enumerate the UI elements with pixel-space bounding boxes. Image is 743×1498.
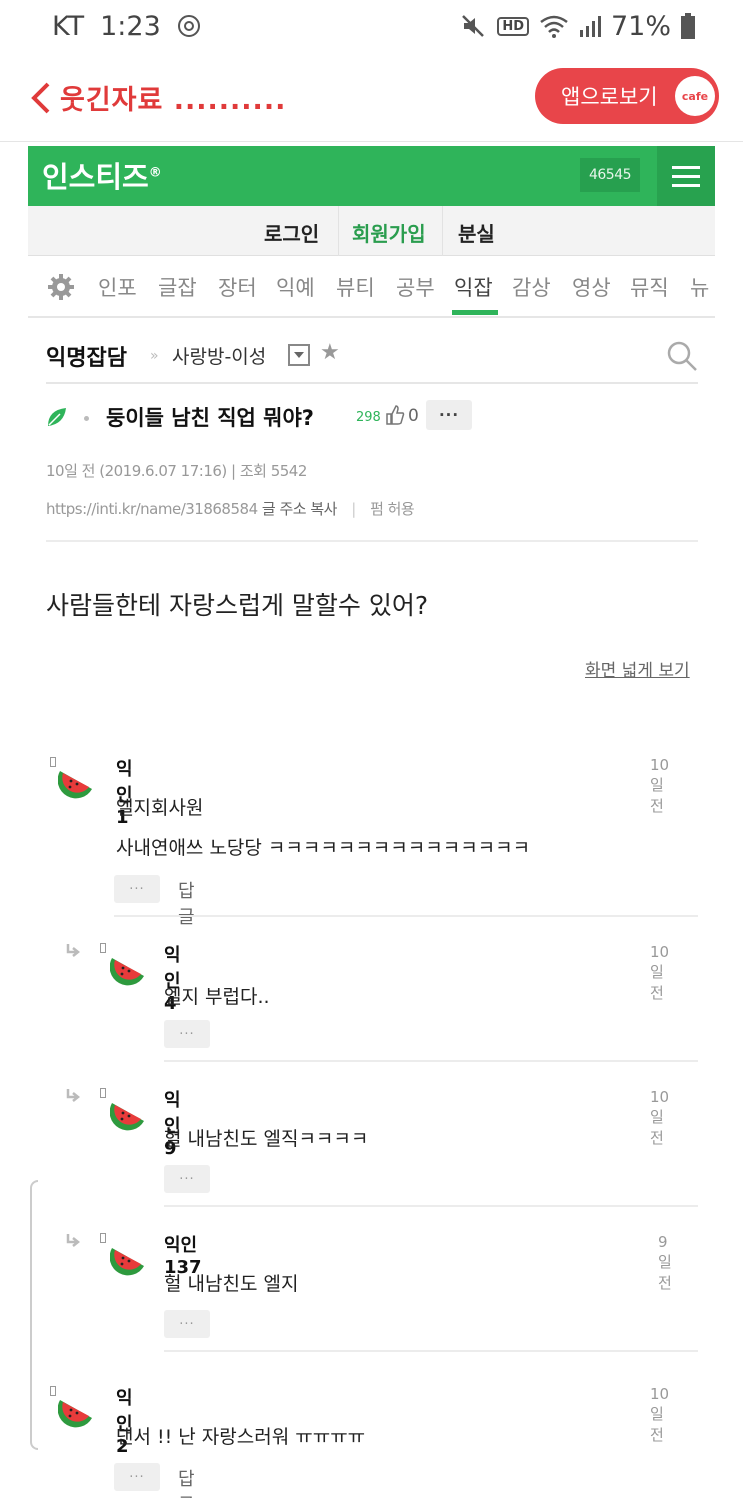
post-url-row: https://inti.kr/name/31868584 글 주소 복사 | … [46, 500, 415, 518]
watermelon-avatar-icon [58, 771, 92, 799]
open-in-app-button[interactable]: 앱으로보기 cafe [535, 68, 719, 124]
like-count: 0 [408, 406, 419, 426]
reply-button[interactable]: 답글 [178, 1465, 195, 1498]
comment-time: 10일 전 [650, 1088, 670, 1147]
login-link[interactable]: 로그인 [264, 218, 319, 247]
comment-more-button[interactable]: ··· [164, 1165, 210, 1193]
category-bar: 인포 글잡 장터 익예 뷰티 공부 익잡 감상 영상 뮤직 뉴 [28, 256, 715, 318]
cafe-badge: cafe [675, 76, 715, 116]
watermelon-avatar-icon [110, 958, 144, 986]
cafe-title: 웃긴자료 .......... [60, 85, 287, 116]
open-in-app-label: 앱으로보기 [561, 85, 658, 109]
dropdown-icon[interactable] [288, 344, 310, 366]
app-bar: 웃긴자료 .......... 앱으로보기 cafe [0, 60, 743, 142]
post-header: 둥이들 남친 직업 뭐야? 298 0 ··· 10일 전 (2019.6.07… [46, 392, 698, 542]
category-tab-active[interactable]: 익잡 [454, 272, 493, 302]
data-saver-icon [177, 14, 201, 38]
comment-time: 10일 전 [650, 943, 670, 1002]
post-url: https://inti.kr/name/31868584 [46, 500, 258, 518]
wifi-icon [539, 14, 569, 38]
category-tab[interactable]: 익예 [276, 272, 315, 302]
category-tab[interactable]: 뷰티 [336, 272, 375, 302]
comment-more-button[interactable]: ··· [164, 1020, 210, 1048]
category-tab[interactable]: 감상 [512, 272, 551, 302]
comment-text: 헐 내남친도 엘지 [164, 1273, 299, 1295]
board-name[interactable]: 익명잡담 [46, 340, 127, 372]
comment-time: 10일 전 [650, 1385, 670, 1444]
post-meta: 10일 전 (2019.6.07 17:16) | 조회 5542 [46, 462, 307, 480]
view-count: 298 [356, 410, 381, 425]
thread-indicator [30, 1180, 38, 1450]
post-body: 사람들한테 자랑스럽게 말할수 있어? [46, 591, 429, 620]
signal-icon [579, 14, 601, 38]
comment-time: 9일 전 [658, 1233, 672, 1292]
star-icon[interactable]: ★ [320, 340, 340, 365]
breadcrumb-arrow: » [150, 348, 159, 364]
comment-more-button[interactable]: ··· [114, 1463, 160, 1491]
clock: 1:23 [100, 10, 161, 42]
comment-text: 헐 내남친도 엘직ㅋㅋㅋㅋ [164, 1128, 369, 1150]
comment-text: 엘지 부럽다.. [164, 986, 270, 1008]
thumbs-up-icon[interactable] [385, 404, 405, 426]
site-header: 인스티즈® 46545 [28, 146, 715, 206]
back-icon[interactable] [28, 80, 52, 116]
login-bar: 로그인 회원가입 분실 [28, 206, 715, 256]
signup-link[interactable]: 회원가입 [352, 218, 426, 247]
post-more-button[interactable]: ··· [426, 400, 472, 430]
copy-url-button[interactable]: 글 주소 복사 [262, 500, 338, 518]
site-frame: 인스티즈® 46545 로그인 회원가입 분실 인포 글잡 장터 익예 뷰티 공… [28, 146, 715, 318]
leaf-icon [48, 408, 66, 426]
category-tab[interactable]: 인포 [98, 272, 137, 302]
site-logo[interactable]: 인스티즈® [42, 154, 162, 196]
watermelon-avatar-icon [110, 1248, 144, 1276]
sub-board-name[interactable]: 사랑방-이성 [172, 342, 266, 369]
comment-text: 사내연애쓰 노당당 ㅋㅋㅋㅋㅋㅋㅋㅋㅋㅋㅋㅋㅋㅋㅋ [116, 837, 531, 859]
reply-button[interactable]: 답글 [178, 877, 195, 929]
post-title: 둥이들 남친 직업 뭐야? [106, 406, 314, 430]
reply-arrow-icon [66, 1089, 81, 1102]
watermelon-avatar-icon [58, 1400, 92, 1428]
search-icon[interactable] [666, 340, 698, 372]
online-count[interactable]: 46545 [580, 158, 640, 192]
wide-view-link[interactable]: 화면 넓게 보기 [585, 656, 690, 681]
category-tab[interactable]: 장터 [218, 272, 257, 302]
status-bar: KT 1:23 HD 71% [0, 0, 743, 52]
category-tab[interactable]: 공부 [396, 272, 435, 302]
watermelon-avatar-icon [110, 1103, 144, 1131]
carrier-label: KT [52, 10, 85, 42]
category-tab[interactable]: 뉴 [690, 272, 709, 302]
comment-time: 10일 전 [650, 756, 670, 815]
comment-text: 엘지회사원 [116, 797, 204, 819]
comment-more-button[interactable]: ··· [164, 1310, 210, 1338]
lost-account-link[interactable]: 분실 [458, 218, 495, 247]
hd-icon: HD [497, 16, 529, 36]
comment-more-button[interactable]: ··· [114, 875, 160, 903]
gear-icon[interactable] [48, 274, 74, 300]
scrap-permission: 펌 허용 [370, 500, 415, 518]
reply-arrow-icon [66, 944, 81, 957]
battery-icon [681, 13, 695, 39]
category-tab[interactable]: 뮤직 [630, 272, 669, 302]
reply-arrow-icon [66, 1234, 81, 1247]
hamburger-menu-icon[interactable] [657, 146, 715, 206]
mute-icon [461, 14, 487, 38]
battery-percent: 71% [610, 10, 671, 42]
category-tab[interactable]: 글잡 [158, 272, 197, 302]
comment-text: 댄서 !! 난 자랑스러워 ㅠㅠㅠㅠ [116, 1426, 366, 1448]
category-tab[interactable]: 영상 [572, 272, 611, 302]
